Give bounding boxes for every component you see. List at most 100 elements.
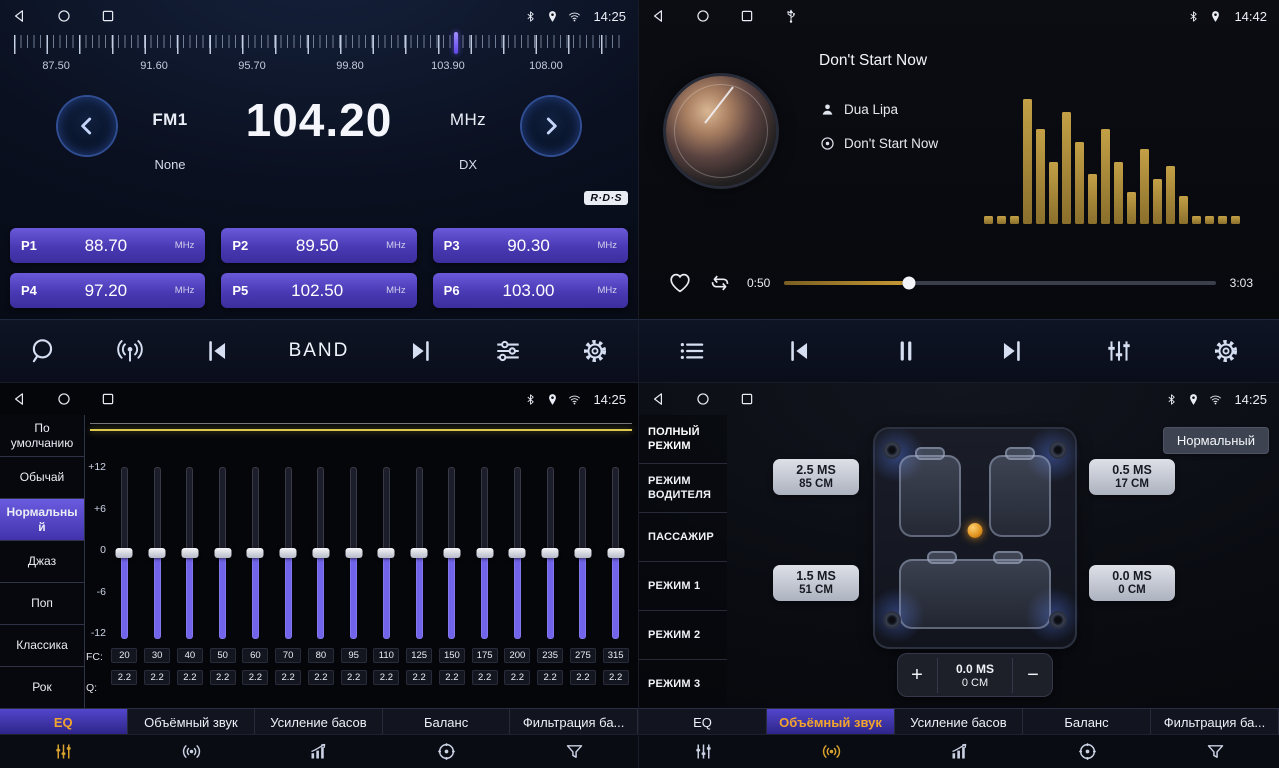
tab-icon-bass-boost[interactable] — [895, 735, 1023, 768]
tab-icon-balance[interactable] — [1023, 735, 1151, 768]
tab-eq[interactable]: EQ — [0, 709, 128, 735]
next-track-icon[interactable] — [997, 336, 1027, 366]
eq-band-slider[interactable] — [206, 467, 239, 639]
eq-slider-thumb[interactable] — [509, 548, 526, 558]
eq-band-slider[interactable] — [337, 467, 370, 639]
eq-preset-item[interactable]: Поп — [0, 583, 84, 625]
tab-surround[interactable]: Объёмный звук — [128, 709, 256, 735]
stage-mode-item[interactable]: РЕЖИМ 2 — [639, 611, 727, 660]
stage-mode-item[interactable]: РЕЖИМ ВОДИТЕЛЯ — [639, 464, 727, 513]
eq-preset-item[interactable]: По умолчанию — [0, 415, 84, 457]
preset-button[interactable]: P188.70MHz — [10, 228, 205, 263]
eq-slider-thumb[interactable] — [214, 548, 231, 558]
tune-down-button[interactable] — [58, 97, 116, 155]
eq-slider-thumb[interactable] — [280, 548, 297, 558]
frequency-scale[interactable]: 87.5091.6095.7099.80103.90108.00 — [14, 35, 624, 81]
previous-track-icon[interactable] — [784, 336, 814, 366]
eq-slider-thumb[interactable] — [542, 548, 559, 558]
tab-balance[interactable]: Баланс — [1023, 709, 1151, 735]
rear-left-delay[interactable]: 1.5 MS 51 CM — [773, 565, 859, 601]
seek-bar[interactable] — [784, 281, 1215, 285]
previous-station-icon[interactable] — [202, 336, 232, 366]
tab-icon-filter[interactable] — [510, 735, 638, 768]
eq-band-slider[interactable] — [501, 467, 534, 639]
tab-bass-boost[interactable]: Усиление басов — [895, 709, 1023, 735]
eq-band-slider[interactable] — [174, 467, 207, 639]
recents-button[interactable] — [739, 391, 755, 407]
stage-mode-item[interactable]: РЕЖИМ 1 — [639, 562, 727, 611]
eq-preset-item[interactable]: Обычай — [0, 457, 84, 499]
tab-surround[interactable]: Объёмный звук — [767, 709, 895, 735]
playlist-icon[interactable] — [677, 336, 707, 366]
stage-mode-item[interactable]: РЕЖИМ 3 — [639, 660, 727, 709]
progress-thumb[interactable] — [903, 277, 916, 290]
back-button[interactable] — [651, 391, 667, 407]
eq-slider-thumb[interactable] — [443, 548, 460, 558]
eq-slider-thumb[interactable] — [247, 548, 264, 558]
eq-preset-item[interactable]: Джаз — [0, 541, 84, 583]
tab-icon-filter[interactable] — [1151, 735, 1279, 768]
repeat-icon[interactable] — [707, 270, 733, 296]
home-button[interactable] — [695, 8, 711, 24]
decrease-delay-button[interactable]: − — [1013, 653, 1053, 697]
eq-slider-thumb[interactable] — [607, 548, 624, 558]
eq-band-slider[interactable] — [108, 467, 141, 639]
eq-slider-thumb[interactable] — [116, 548, 133, 558]
recents-button[interactable] — [100, 8, 116, 24]
tab-bass-boost[interactable]: Усиление басов — [255, 709, 383, 735]
eq-band-slider[interactable] — [239, 467, 272, 639]
eq-band-slider[interactable] — [436, 467, 469, 639]
settings-gear-icon[interactable] — [1211, 336, 1241, 366]
eq-slider-thumb[interactable] — [149, 548, 166, 558]
eq-band-slider[interactable] — [141, 467, 174, 639]
eq-band-slider[interactable] — [272, 467, 305, 639]
eq-band-slider[interactable] — [403, 467, 436, 639]
eq-slider-thumb[interactable] — [312, 548, 329, 558]
recents-button[interactable] — [739, 8, 755, 24]
front-right-delay[interactable]: 0.5 MS 17 CM — [1089, 459, 1175, 495]
broadcast-scan-icon[interactable] — [115, 336, 145, 366]
tab-icon-surround[interactable] — [767, 735, 895, 768]
eq-slider-thumb[interactable] — [345, 548, 362, 558]
eq-slider-thumb[interactable] — [476, 548, 493, 558]
eq-preset-item[interactable]: Нормальный — [0, 499, 84, 541]
preset-button[interactable]: P390.30MHz — [433, 228, 628, 263]
eq-slider-thumb[interactable] — [574, 548, 591, 558]
tab-eq[interactable]: EQ — [639, 709, 767, 735]
eq-band-slider[interactable] — [370, 467, 403, 639]
preset-button[interactable]: P6103.00MHz — [433, 273, 628, 308]
favorite-heart-icon[interactable] — [667, 270, 693, 296]
preset-button[interactable]: P497.20MHz — [10, 273, 205, 308]
eq-preset-item[interactable]: Рок — [0, 667, 84, 709]
tab-icon-bass-boost[interactable] — [255, 735, 383, 768]
settings-gear-icon[interactable] — [580, 336, 610, 366]
mixer-faders-icon[interactable] — [1104, 336, 1134, 366]
tab-filter[interactable]: Фильтрация ба... — [1151, 709, 1279, 735]
band-button[interactable]: BAND — [289, 340, 350, 362]
home-button[interactable] — [56, 391, 72, 407]
tab-icon-surround[interactable] — [128, 735, 256, 768]
back-button[interactable] — [12, 391, 28, 407]
eq-band-slider[interactable] — [534, 467, 567, 639]
home-button[interactable] — [695, 391, 711, 407]
listening-position-marker[interactable] — [968, 523, 983, 538]
eq-band-slider[interactable] — [305, 467, 338, 639]
tab-icon-eq[interactable] — [0, 735, 128, 768]
back-button[interactable] — [12, 8, 28, 24]
eq-slider-thumb[interactable] — [378, 548, 395, 558]
tab-icon-eq[interactable] — [639, 735, 767, 768]
stage-preset-button[interactable]: Нормальный — [1163, 427, 1269, 454]
next-station-icon[interactable] — [406, 336, 436, 366]
tune-up-button[interactable] — [522, 97, 580, 155]
increase-delay-button[interactable]: + — [897, 653, 937, 697]
rear-right-delay[interactable]: 0.0 MS 0 CM — [1089, 565, 1175, 601]
preset-button[interactable]: P5102.50MHz — [221, 273, 416, 308]
eq-preset-item[interactable]: Классика — [0, 625, 84, 667]
back-button[interactable] — [651, 8, 667, 24]
eq-band-slider[interactable] — [567, 467, 600, 639]
recents-button[interactable] — [100, 391, 116, 407]
eq-slider-thumb[interactable] — [181, 548, 198, 558]
eq-band-slider[interactable] — [468, 467, 501, 639]
tab-icon-balance[interactable] — [383, 735, 511, 768]
home-button[interactable] — [56, 8, 72, 24]
